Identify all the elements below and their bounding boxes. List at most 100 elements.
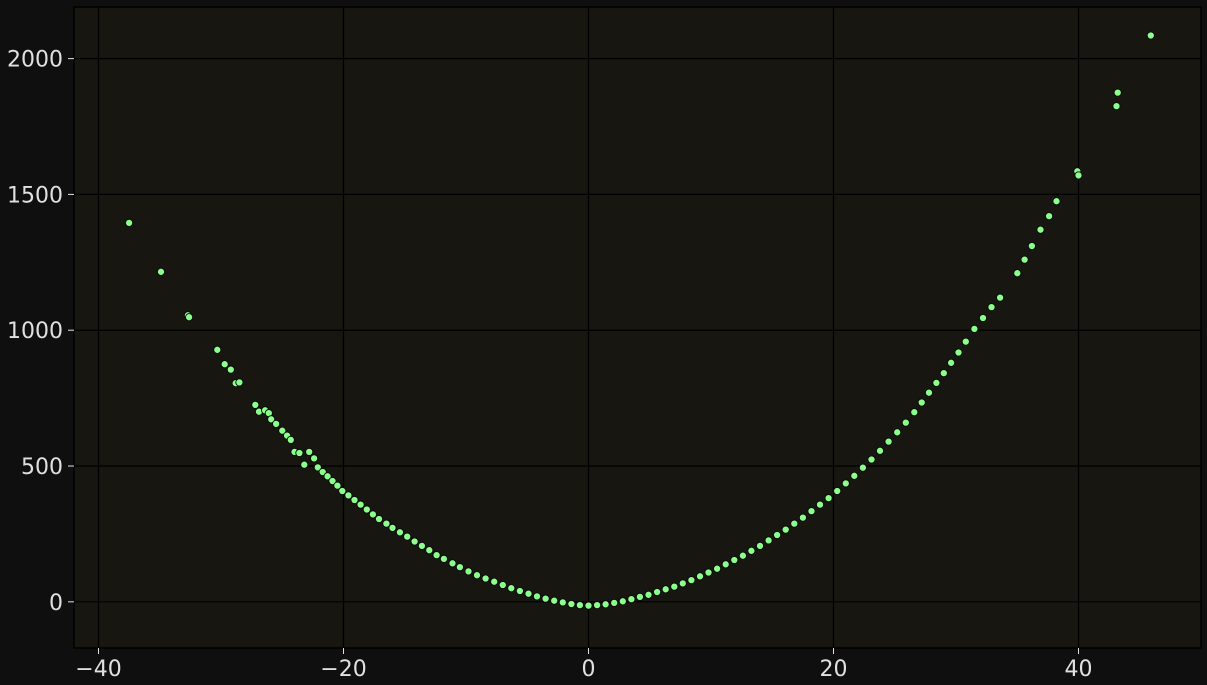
- data-point: [841, 479, 850, 488]
- x-tick-label: 40: [1065, 657, 1093, 682]
- data-point: [884, 437, 893, 446]
- data-point: [1013, 269, 1022, 278]
- data-point: [156, 267, 166, 276]
- data-point: [954, 348, 963, 357]
- data-point: [721, 560, 730, 569]
- data-point: [635, 592, 644, 601]
- data-point: [1112, 102, 1121, 111]
- data-point: [575, 601, 584, 610]
- data-point: [125, 218, 134, 227]
- data-point: [185, 313, 194, 322]
- data-point: [996, 293, 1005, 302]
- data-point: [1052, 197, 1061, 206]
- data-point: [362, 505, 371, 514]
- data-point: [730, 555, 739, 565]
- y-axis-ticks: 0 500 1000 1500 2000: [7, 48, 74, 616]
- y-tick-label: 1000: [7, 319, 63, 344]
- data-point: [687, 576, 696, 585]
- data-point: [410, 537, 419, 546]
- data-point: [910, 408, 919, 417]
- data-point: [507, 584, 516, 593]
- data-point: [798, 513, 807, 522]
- x-tick-label: 0: [582, 657, 596, 682]
- data-point: [220, 360, 229, 369]
- y-tick-label: 500: [21, 455, 63, 480]
- data-point: [567, 599, 576, 609]
- data-point: [403, 532, 412, 541]
- data-point: [226, 365, 235, 374]
- data-point: [773, 530, 782, 540]
- data-point: [924, 388, 934, 397]
- data-point: [498, 580, 507, 590]
- x-tick-label: −20: [320, 657, 366, 682]
- data-point: [584, 601, 593, 610]
- data-point: [490, 577, 499, 586]
- data-point: [286, 435, 295, 444]
- data-point: [850, 471, 859, 480]
- data-point: [738, 551, 747, 560]
- data-point: [618, 597, 627, 606]
- data-point: [970, 324, 979, 333]
- data-point: [541, 594, 550, 603]
- x-tick-label: 20: [820, 657, 848, 682]
- data-point: [481, 574, 490, 583]
- data-point: [1113, 88, 1122, 97]
- data-point: [1036, 225, 1045, 234]
- y-tick-label: 0: [49, 591, 63, 616]
- y-tick-label: 2000: [7, 48, 63, 73]
- data-point: [515, 586, 524, 596]
- data-point: [627, 595, 636, 604]
- data-point: [747, 546, 756, 555]
- x-tick-label: −40: [75, 657, 121, 682]
- data-point: [601, 600, 610, 609]
- data-point: [644, 590, 653, 599]
- data-point: [464, 567, 473, 576]
- y-tick-label: 1500: [7, 183, 63, 208]
- data-point: [1027, 241, 1036, 251]
- data-point: [472, 571, 482, 580]
- data-point: [815, 500, 825, 509]
- data-point: [425, 546, 434, 555]
- data-point: [781, 525, 790, 534]
- data-point: [939, 369, 948, 378]
- data-point: [961, 337, 970, 346]
- data-point: [1020, 255, 1029, 264]
- scatter-chart: −40 −20 0 20 40 0 500 1000 1500 2000: [7, 6, 1202, 682]
- data-point: [524, 589, 533, 598]
- data-point: [824, 494, 833, 503]
- data-point: [875, 446, 885, 455]
- data-point: [867, 455, 876, 464]
- data-point: [947, 358, 956, 367]
- data-point: [653, 587, 662, 597]
- data-point: [1074, 171, 1083, 180]
- data-point: [807, 507, 816, 516]
- data-point: [610, 598, 619, 607]
- data-point: [310, 454, 319, 463]
- data-point: [388, 523, 397, 532]
- data-point: [858, 463, 867, 472]
- data-point: [448, 559, 457, 568]
- data-point: [350, 495, 359, 505]
- data-point: [374, 514, 384, 524]
- data-point: [1146, 31, 1155, 40]
- x-axis-ticks: −40 −20 0 20 40: [75, 648, 1093, 682]
- data-point: [344, 491, 353, 500]
- data-point: [764, 536, 773, 545]
- data-point: [305, 447, 314, 456]
- data-point: [932, 378, 941, 387]
- data-point: [395, 528, 404, 537]
- data-point: [678, 579, 687, 588]
- data-point: [695, 572, 705, 581]
- data-point: [790, 519, 799, 528]
- data-point: [251, 400, 260, 409]
- data-point: [300, 460, 309, 469]
- data-point: [439, 554, 448, 563]
- data-point: [713, 564, 722, 573]
- data-point: [917, 398, 926, 407]
- data-point: [978, 313, 988, 323]
- data-point: [893, 428, 902, 437]
- plot-area: [73, 6, 1202, 649]
- data-point: [593, 601, 602, 610]
- data-point: [235, 378, 244, 387]
- data-point: [901, 418, 910, 427]
